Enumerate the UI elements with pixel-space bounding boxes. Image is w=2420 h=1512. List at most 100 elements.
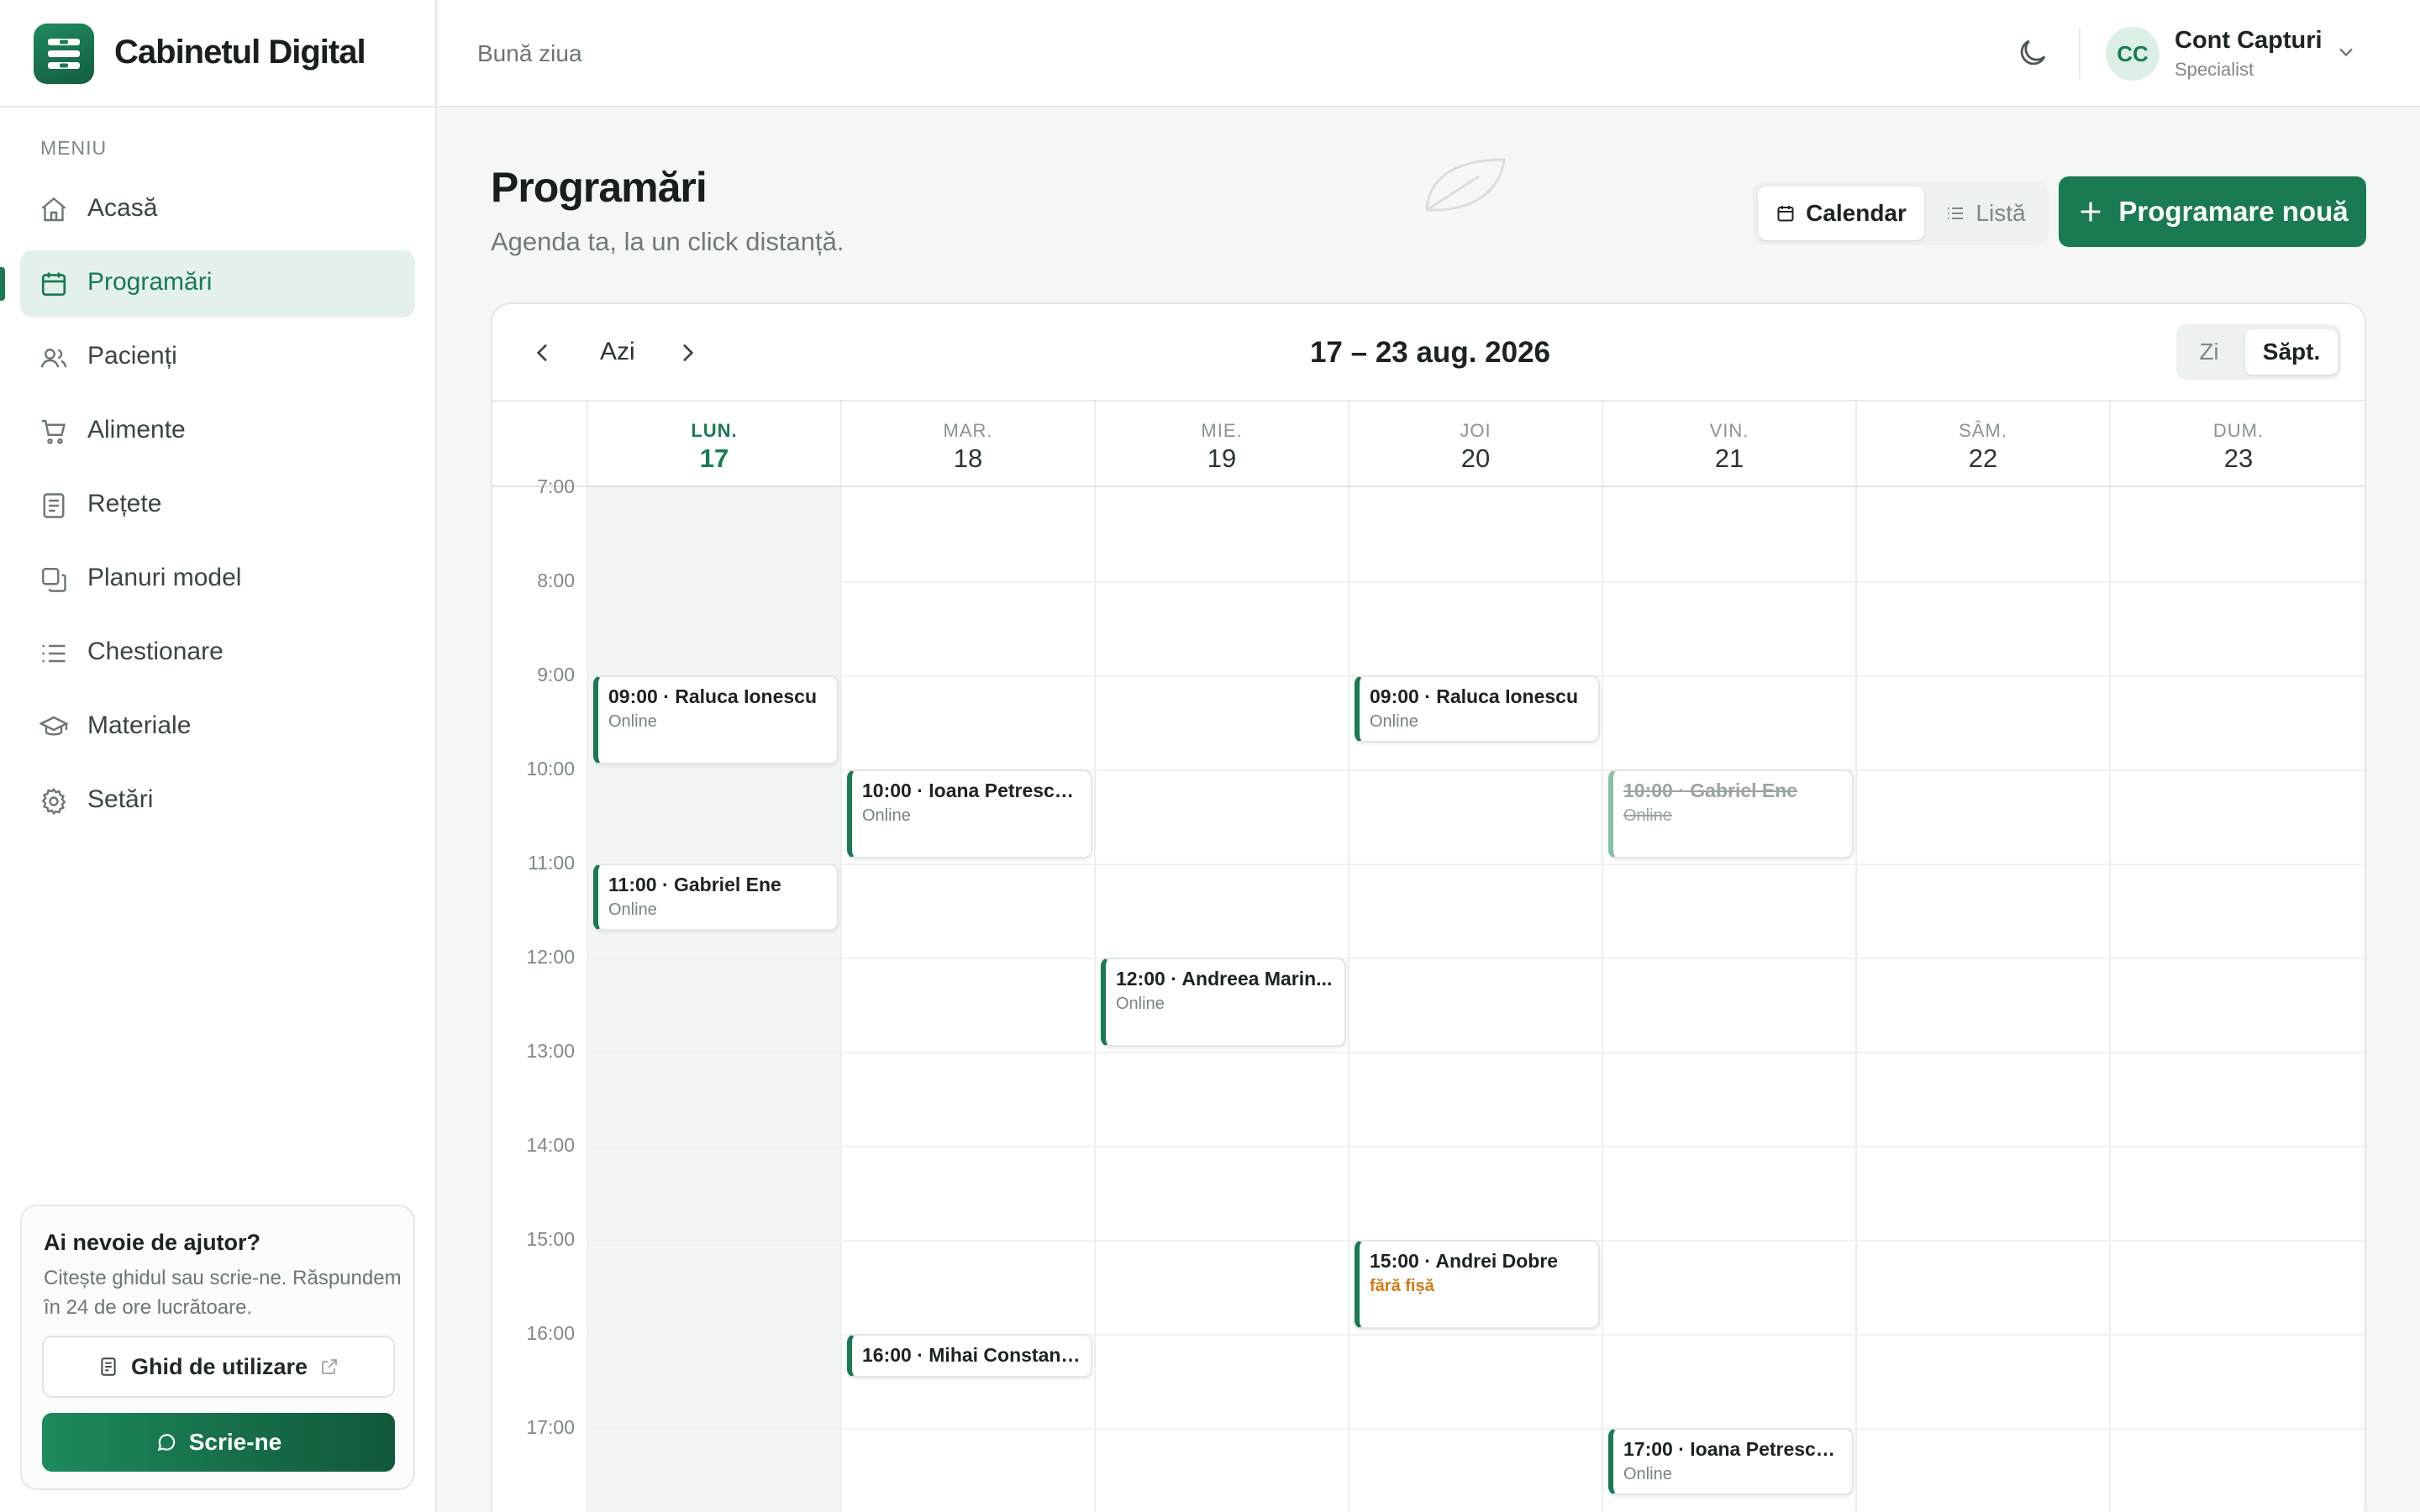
date-range: 17 – 23 aug. 2026 (1309, 336, 1551, 369)
greeting: Bună ziua (477, 40, 582, 66)
chat-icon (155, 1431, 177, 1453)
calendar-icon (39, 269, 69, 299)
day-name: DUM. (2212, 420, 2265, 441)
account-role: Specialist (2175, 59, 2254, 80)
sidebar-item-label: Rețete (87, 490, 162, 517)
moon-icon[interactable] (2015, 35, 2050, 71)
grid-line (1094, 402, 1096, 1512)
sidebar-item-setari[interactable]: Setări (20, 768, 415, 835)
day-name: VIN. (1709, 420, 1749, 441)
day-header[interactable]: DUM. 23 (2111, 402, 2365, 486)
day-header[interactable]: MIE. 19 (1096, 402, 1348, 486)
sidebar-item-label: Programări (87, 268, 213, 296)
hour-label: 9:00 (537, 664, 575, 685)
hour-label: 7:00 (537, 475, 575, 497)
view-calendar-button[interactable]: Calendar (1758, 186, 1924, 240)
hour-label: 10:00 (526, 758, 575, 780)
hour-label: 17:00 (526, 1416, 575, 1438)
leaf-icon (1420, 151, 1512, 218)
new-appointment-button[interactable]: Programare nouă (2059, 176, 2366, 247)
divider (492, 486, 2365, 487)
appointment-cancelled[interactable]: 10:00 · Gabriel Ene Online (1608, 769, 1854, 858)
zoom-day-button[interactable]: Zi (2176, 324, 2242, 380)
page-title: Programări (491, 164, 708, 211)
appointment[interactable]: 09:00 · Raluca Ionescu Online (593, 675, 839, 764)
gear-icon (39, 786, 69, 816)
avatar[interactable]: CC (2106, 27, 2160, 81)
sidebar-item-label: Setări (87, 785, 154, 813)
sidebar-item-chestionare[interactable]: Chestionare (20, 620, 415, 687)
users-icon (39, 343, 69, 373)
appointment-title: 09:00 · Raluca Ionescu (1370, 685, 1578, 707)
sidebar-item-label: Acasă (87, 194, 158, 222)
view-list-label: Listă (1975, 200, 2026, 226)
grid-line (2109, 402, 2111, 1512)
help-title: Ai nevoie de ajutor? (44, 1230, 261, 1255)
guide-button[interactable]: Ghid de utilizare (42, 1336, 395, 1398)
appointment[interactable]: 16:00 · Mihai Constant... (847, 1334, 1092, 1378)
sidebar: Cabinetul Digital MENIU Acasă Programări… (0, 0, 437, 1512)
sidebar-item-planuri-model[interactable]: Planuri model (20, 546, 415, 613)
grid-line (840, 402, 842, 1512)
appointment[interactable]: 15:00 · Andrei Dobre fără fișă (1355, 1240, 1600, 1329)
chevron-down-icon[interactable] (2334, 40, 2358, 64)
day-name: LUN. (691, 420, 738, 441)
day-header[interactable]: VIN. 21 (1603, 402, 1855, 486)
grid-line (587, 581, 2365, 583)
copy-icon (39, 564, 69, 595)
appointment[interactable]: 12:00 · Andreea Marin... Online (1101, 958, 1346, 1047)
write-us-button[interactable]: Scrie-ne (42, 1413, 395, 1472)
help-card: Ai nevoie de ajutor? Citește ghidul sau … (20, 1205, 415, 1490)
appointment-type: Online (608, 900, 657, 919)
list-icon (39, 638, 69, 669)
zoom-toggle: Zi Săpt. (2176, 324, 2341, 380)
sidebar-item-alimente[interactable]: Alimente (20, 398, 415, 465)
view-toggle: Calendar Listă (1753, 181, 2049, 245)
home-icon (39, 195, 69, 225)
appointment-type: Online (608, 712, 657, 731)
view-list-button[interactable]: Listă (1928, 186, 2044, 240)
appointment[interactable]: 17:00 · Ioana Petrescu... Online (1608, 1428, 1854, 1495)
appointment-title: 17:00 · Ioana Petrescu... (1623, 1438, 1844, 1460)
zoom-week-button[interactable]: Săpt. (2245, 329, 2338, 375)
write-us-label: Scrie-ne (188, 1429, 282, 1455)
appointment-type: Online (1623, 806, 1672, 825)
sidebar-item-pacienti[interactable]: Pacienți (20, 324, 415, 391)
grid-line (1602, 402, 1603, 1512)
guide-label: Ghid de utilizare (130, 1353, 308, 1379)
day-header[interactable]: LUN. 17 (588, 402, 840, 486)
sidebar-item-acasa[interactable]: Acasă (20, 176, 415, 244)
sidebar-item-label: Chestionare (87, 638, 224, 665)
day-header[interactable]: SÂM. 22 (1857, 402, 2109, 486)
logo-icon (34, 24, 94, 84)
grid-line (587, 1146, 2365, 1147)
appointment[interactable]: 10:00 · Ioana Petrescu... Online (847, 769, 1092, 858)
menu-label: MENIU (40, 137, 108, 159)
hour-label: 15:00 (526, 1228, 575, 1250)
day-header[interactable]: MAR. 18 (842, 402, 1094, 486)
grid-line (1855, 402, 1857, 1512)
hour-label: 13:00 (526, 1040, 575, 1062)
appointment[interactable]: 09:00 · Raluca Ionescu Online (1355, 675, 1600, 743)
sidebar-item-retete[interactable]: Rețete (20, 472, 415, 539)
appointment-warning: fără fișă (1370, 1277, 1434, 1295)
day-name: MAR. (943, 420, 993, 441)
account-name[interactable]: Cont Capturi (2175, 27, 2323, 55)
day-date: 18 (953, 444, 983, 473)
calendar-icon (1776, 203, 1796, 223)
day-date: 19 (1207, 444, 1237, 473)
sidebar-item-materiale[interactable]: Materiale (20, 694, 415, 761)
recipe-icon (39, 491, 69, 521)
appointment-title: 09:00 · Raluca Ionescu (608, 685, 817, 707)
view-calendar-label: Calendar (1806, 200, 1907, 226)
sidebar-item-programari[interactable]: Programări (20, 250, 415, 318)
grid-line (587, 958, 2365, 959)
hour-label: 8:00 (537, 570, 575, 591)
help-text: Citește ghidul sau scrie-ne. Răspundem î… (44, 1267, 402, 1319)
sidebar-item-label: Pacienți (87, 342, 177, 370)
day-header[interactable]: JOI 20 (1349, 402, 1602, 486)
appointment-title: 10:00 · Ioana Petrescu... (862, 780, 1082, 801)
external-link-icon (319, 1357, 339, 1377)
appointment[interactable]: 11:00 · Gabriel Ene Online (593, 864, 839, 931)
sidebar-item-label: Planuri model (87, 564, 242, 591)
